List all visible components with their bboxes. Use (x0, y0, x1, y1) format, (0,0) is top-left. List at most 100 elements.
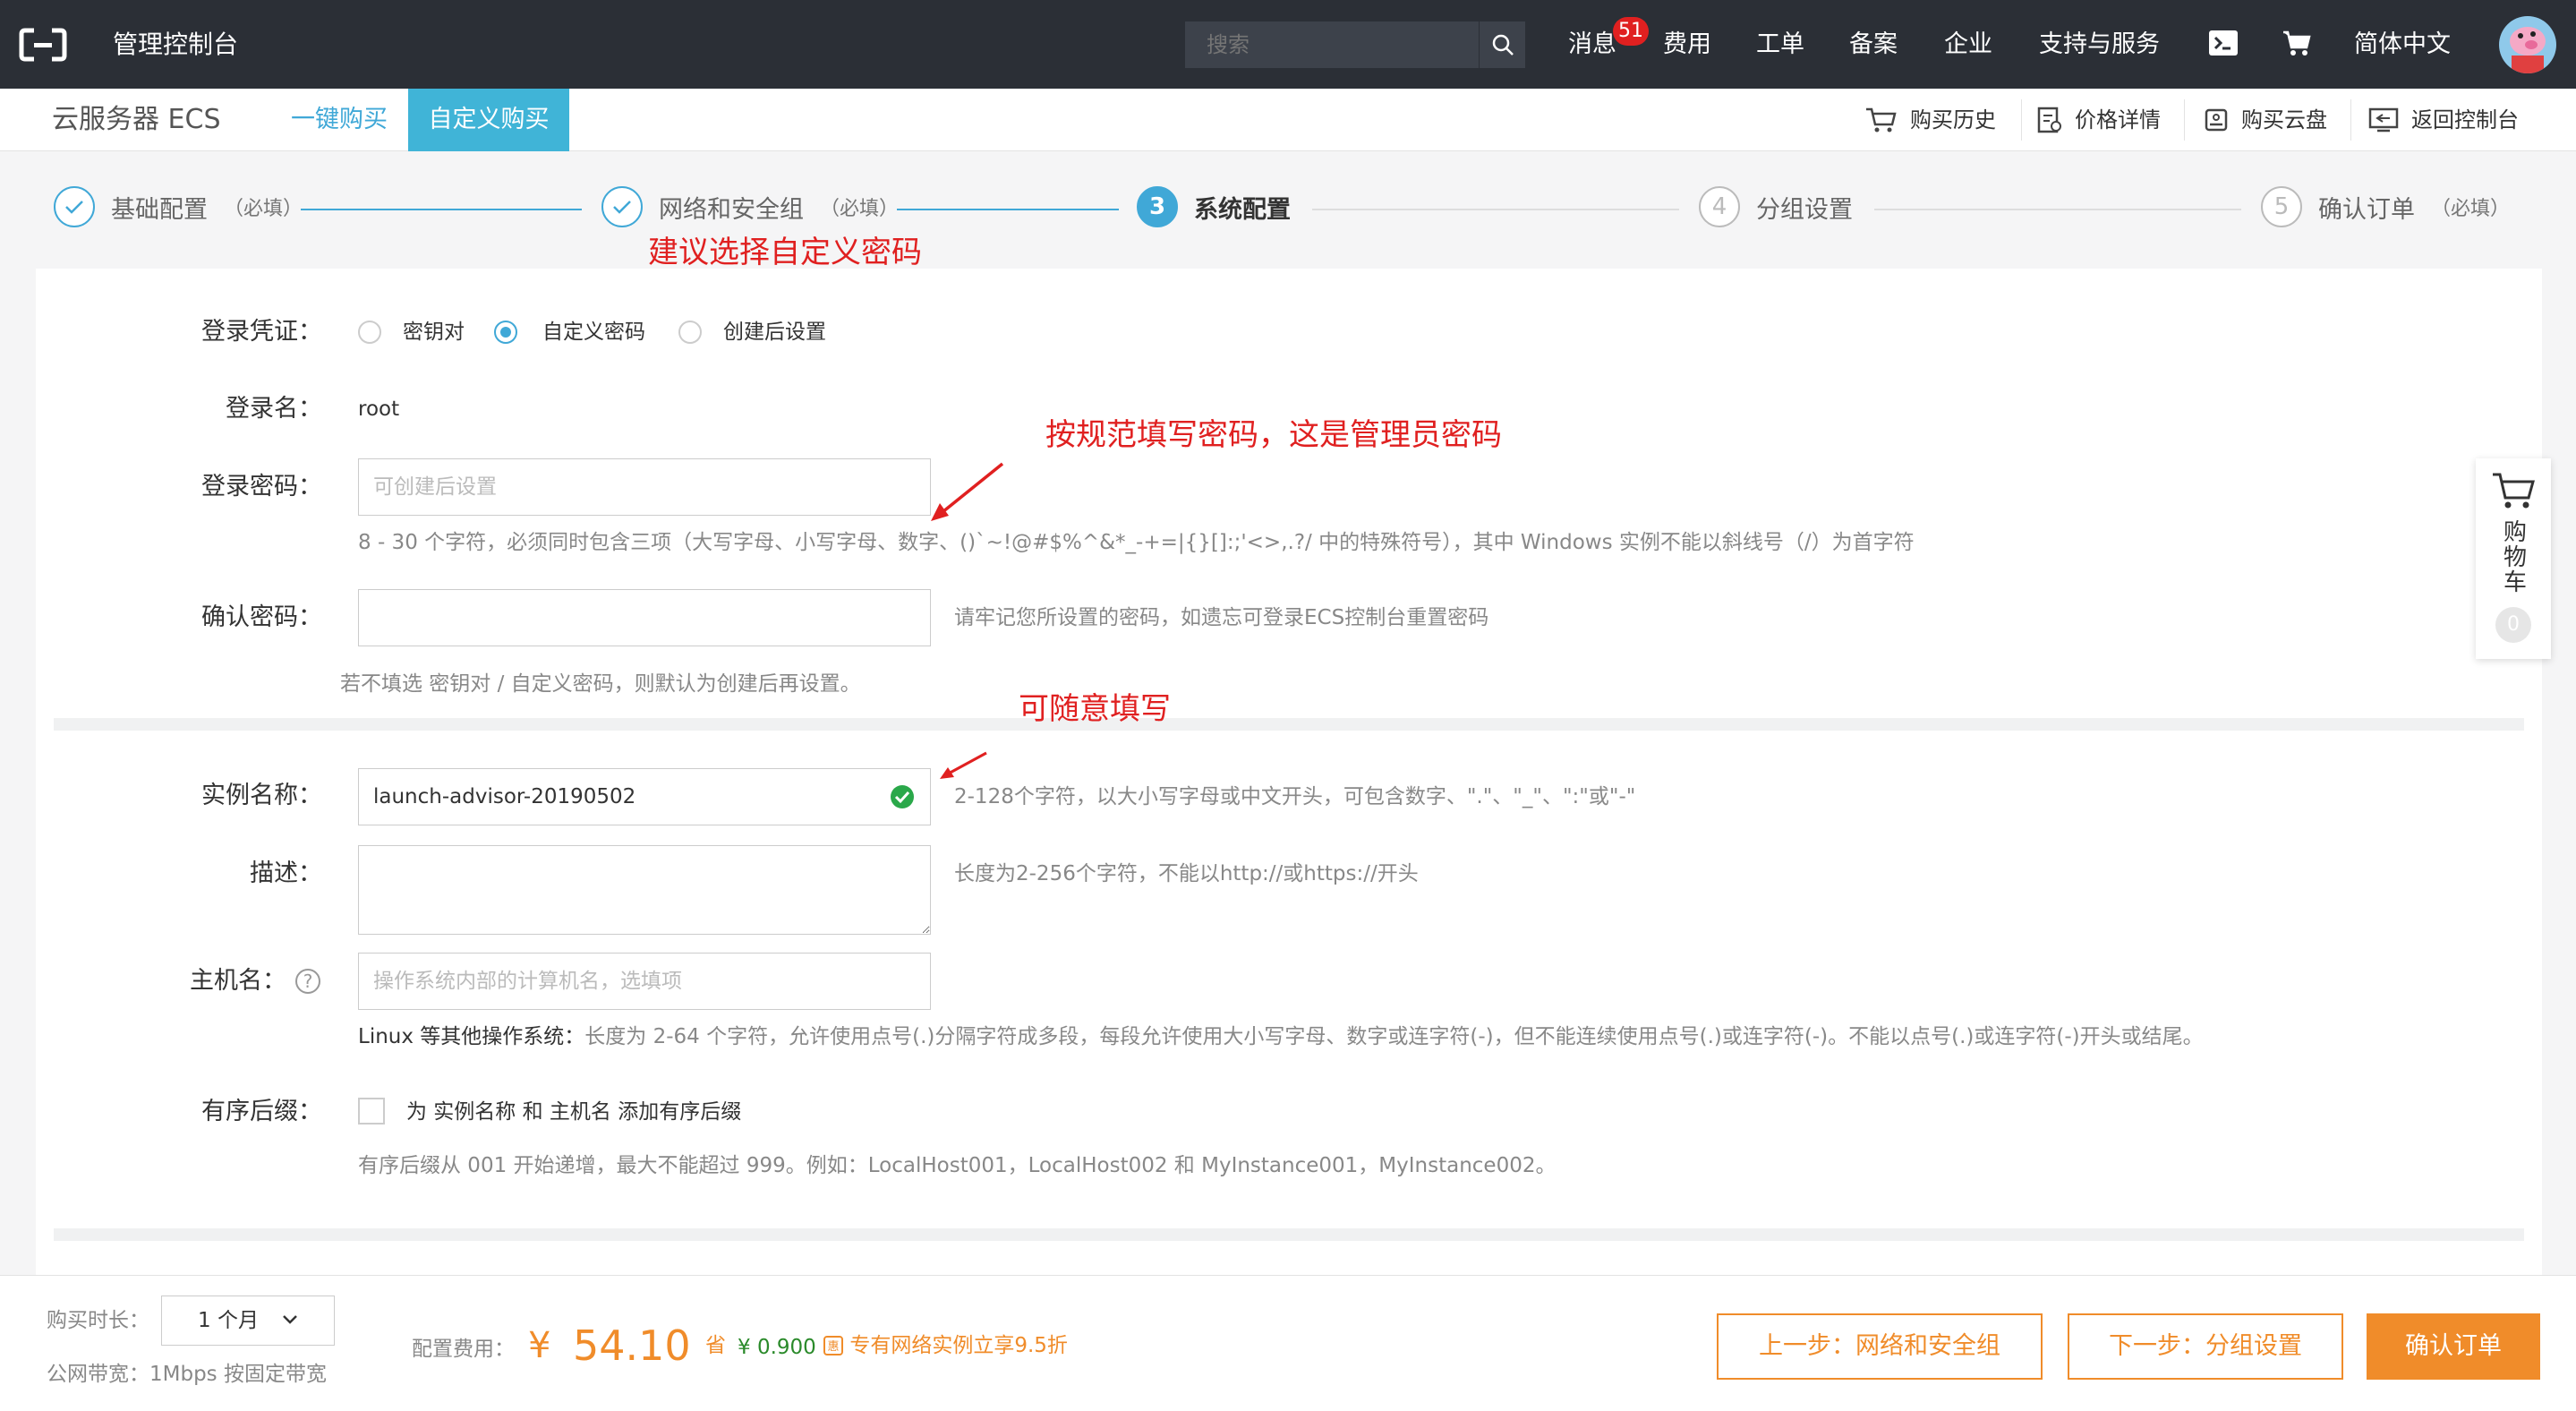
step-label: 基础配置 (111, 195, 208, 224)
login-name-value: root (358, 398, 400, 421)
price-details-label: 价格详情 (2075, 107, 2161, 133)
tab-quick-buy[interactable]: 一键购买 (272, 89, 406, 151)
confirm-password-label: 确认密码： (201, 603, 322, 631)
step-required: （必填） (224, 198, 303, 220)
description-textarea[interactable] (358, 845, 931, 935)
step-label: 网络和安全组 (659, 195, 804, 224)
confirm-password-input[interactable] (358, 589, 931, 646)
shopping-cart-button[interactable] (2279, 25, 2315, 61)
search-icon (1492, 34, 1514, 56)
radio-custom-password-label[interactable]: 自定义密码 (542, 314, 645, 350)
price-details-link[interactable]: 价格详情 (2037, 89, 2161, 151)
nav-enterprise[interactable]: 企业 (1944, 27, 1992, 63)
confirm-order-button[interactable]: 确认订单 (2367, 1313, 2540, 1380)
step-connector (1874, 209, 2241, 210)
step-number: 4 (1699, 186, 1740, 227)
language-switch[interactable]: 简体中文 (2354, 27, 2451, 63)
purchase-history-link[interactable]: 购买历史 (1865, 89, 1996, 151)
step-label: 分组设置 (1756, 195, 1853, 224)
annotation-arrow-icon (940, 751, 987, 779)
hostname-label: 主机名： (190, 967, 286, 995)
nav-messages[interactable]: 消息 (1568, 27, 1616, 63)
step-system-config[interactable]: 3 系统配置 (1137, 186, 1291, 227)
chevron-down-icon (283, 1315, 297, 1324)
terminal-icon (2209, 30, 2238, 56)
save-value: ¥ 0.900 (738, 1336, 816, 1359)
cloud-shell-button[interactable] (2205, 25, 2241, 61)
hostname-hint-text: 长度为 2-64 个字符，允许使用点号(.)分隔字符成多段，每段允许使用大小写字… (584, 1025, 2204, 1048)
step-number: 5 (2261, 186, 2302, 227)
divider (2021, 99, 2022, 141)
bandwidth-info: 公网带宽：1Mbps 按固定带宽 (47, 1363, 327, 1386)
section-divider (54, 718, 2524, 731)
step-label: 确认订单 (2318, 195, 2415, 224)
top-navbar: 管理控制台 消息 51 费用 工单 备案 企业 支持与服务 简体中文 (0, 0, 2576, 89)
section-divider (54, 1228, 2524, 1241)
back-to-console-label: 返回控制台 (2411, 107, 2519, 133)
step-done-circle (601, 186, 643, 227)
cart-label: 购物车 (2499, 519, 2527, 594)
step-done-circle (54, 186, 95, 227)
annotation-fill-password: 按规范填写密码，这是管理员密码 (1045, 417, 1502, 453)
product-title: 云服务器 ECS (52, 104, 221, 135)
divider (2350, 99, 2351, 141)
radio-key-pair-label[interactable]: 密钥对 (403, 314, 465, 350)
svg-text:惠: 惠 (827, 1340, 839, 1354)
user-avatar[interactable] (2499, 16, 2556, 73)
cart-count-badge: 0 (2495, 607, 2531, 643)
nav-tickets[interactable]: 工单 (1756, 27, 1804, 63)
step-number: 3 (1137, 186, 1178, 227)
buy-disk-link[interactable]: 购买云盘 (2204, 89, 2327, 151)
radio-key-pair[interactable] (358, 321, 381, 344)
prev-step-button[interactable]: 上一步：网络和安全组 (1717, 1313, 2043, 1380)
nav-filing[interactable]: 备案 (1849, 27, 1898, 63)
suffix-checkbox-label[interactable]: 为 实例名称 和 主机名 添加有序后缀 (406, 1094, 741, 1130)
hostname-input[interactable] (358, 953, 931, 1010)
next-step-button[interactable]: 下一步：分组设置 (2068, 1313, 2343, 1380)
suffix-label: 有序后缀： (201, 1098, 322, 1125)
cart-icon (2283, 30, 2311, 56)
avatar-icon (2510, 27, 2546, 73)
hostname-hint-os: Linux 等其他操作系统： (358, 1025, 585, 1048)
console-title[interactable]: 管理控制台 (113, 27, 238, 63)
help-icon[interactable]: ? (295, 969, 320, 994)
password-input[interactable] (358, 458, 931, 516)
back-to-console-link[interactable]: 返回控制台 (2368, 89, 2519, 151)
duration-select[interactable]: 1 个月 (161, 1296, 335, 1346)
disk-icon (2205, 108, 2228, 132)
search-button[interactable] (1479, 21, 1525, 68)
instance-name-hint: 2-128个字符，以大小写字母或中文开头，可包含数字、"."、"_"、":"或"… (954, 785, 1636, 808)
confirm-password-hint: 请牢记您所设置的密码，如遗忘可登录ECS控制台重置密码 (954, 606, 1489, 629)
radio-set-later-label[interactable]: 创建后设置 (723, 314, 826, 350)
aliyun-logo-icon[interactable] (18, 27, 68, 63)
step-connector (301, 209, 582, 210)
search-input[interactable] (1185, 21, 1475, 68)
radio-custom-password[interactable] (494, 321, 517, 344)
step-network-security[interactable]: 网络和安全组 （必填） (601, 186, 899, 227)
price-currency: ¥ (528, 1325, 551, 1366)
nav-support[interactable]: 支持与服务 (2039, 27, 2160, 63)
duration-value: 1 个月 (198, 1309, 259, 1332)
step-required: （必填） (2431, 198, 2511, 220)
search-box (1185, 21, 1525, 68)
tab-custom-buy[interactable]: 自定义购买 (408, 89, 569, 151)
instance-name-input[interactable] (358, 768, 931, 825)
floating-cart[interactable]: 购物车 0 (2476, 458, 2551, 659)
promo-text: 惠 专有网络实例立享9.5折 (823, 1331, 1068, 1360)
step-required: （必填） (820, 198, 900, 220)
suffix-checkbox[interactable] (358, 1098, 385, 1125)
save-label: 省 (705, 1334, 726, 1357)
step-basic-config[interactable]: 基础配置 （必填） (54, 186, 303, 227)
purchase-steps: 基础配置 （必填） 网络和安全组 （必填） 3 系统配置 4 分组设置 5 确认… (0, 179, 2576, 242)
annotation-custom-password: 建议选择自定义密码 (648, 235, 922, 270)
discount-icon: 惠 (823, 1336, 843, 1355)
order-footer: 购买时长： 1 个月 公网带宽：1Mbps 按固定带宽 配置费用： ¥ 54.1… (0, 1275, 2576, 1411)
default-credential-note: 若不填选 密钥对 / 自定义密码，则默认为创建后再设置。 (340, 672, 861, 696)
step-connector (1312, 209, 1679, 210)
annotation-arrow-icon (931, 462, 1004, 521)
step-confirm-order[interactable]: 5 确认订单 （必填） (2261, 186, 2510, 227)
step-group-settings[interactable]: 4 分组设置 (1699, 186, 1853, 227)
check-icon (65, 201, 83, 214)
radio-set-later[interactable] (678, 321, 702, 344)
nav-fees[interactable]: 费用 (1663, 27, 1711, 63)
